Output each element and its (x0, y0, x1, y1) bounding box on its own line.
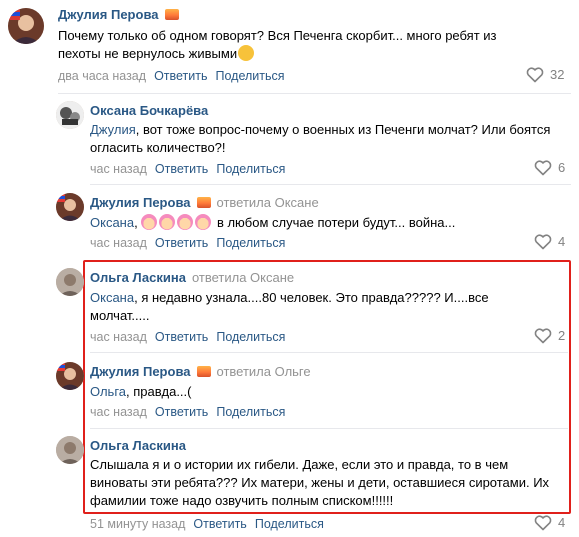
avatar[interactable] (8, 8, 44, 44)
comment-text: Джулия, вот тоже вопрос-почему о военных… (90, 121, 560, 157)
comment-author[interactable]: Ольга Ласкина ответила Оксане (90, 270, 294, 285)
author-name[interactable]: Ольга Ласкина (90, 270, 186, 285)
share-button[interactable]: Поделиться (255, 517, 324, 531)
comment-text-content: Почему только об одном говорят? Вся Пече… (58, 28, 497, 61)
like-count: 6 (558, 160, 566, 175)
comment-time[interactable]: час назад (90, 162, 147, 176)
comment-author[interactable]: Джулия Перова (58, 7, 179, 22)
reply-button[interactable]: Ответить (154, 69, 207, 83)
avatar[interactable] (56, 362, 84, 390)
author-name[interactable]: Джулия Перова (58, 7, 159, 22)
comment-text-content: , правда...( (126, 384, 192, 399)
divider (90, 428, 568, 429)
divider (90, 352, 568, 353)
share-button[interactable]: Поделиться (216, 162, 285, 176)
share-button[interactable]: Поделиться (216, 69, 285, 83)
reply-button[interactable]: Ответить (155, 405, 208, 419)
comment-text-content: Слышала я и о истории их гибели. Даже, е… (90, 457, 550, 508)
comment-meta: час назад Ответить Поделиться (90, 330, 285, 344)
sunset-badge-icon (164, 9, 179, 20)
heart-icon (534, 328, 552, 344)
sad-face-icon (238, 45, 255, 61)
comment-author[interactable]: Ольга Ласкина (90, 438, 186, 453)
comment-time[interactable]: 51 минуту назад (90, 517, 185, 531)
sunset-badge-icon (196, 197, 211, 208)
like-count: 32 (550, 67, 565, 82)
reply-button[interactable]: Ответить (155, 236, 208, 250)
avatar[interactable] (56, 268, 84, 296)
mention-link[interactable]: Джулия (90, 122, 136, 137)
heart-icon (534, 515, 552, 531)
reply-button[interactable]: Ответить (193, 517, 246, 531)
like-button[interactable]: 6 (534, 160, 565, 176)
woman-emoji-icon (141, 214, 158, 230)
heart-icon (526, 67, 544, 83)
share-button[interactable]: Поделиться (216, 405, 285, 419)
mention-link[interactable]: Оксана (90, 215, 134, 230)
comment-time[interactable]: два часа назад (58, 69, 146, 83)
comment-text-content: , я недавно узнала....80 человек. Это пр… (90, 290, 489, 323)
comment-text: Оксана, в любом случае потери будут... в… (90, 214, 456, 230)
author-name[interactable]: Ольга Ласкина (90, 438, 186, 453)
like-button[interactable]: 32 (526, 67, 564, 83)
reply-button[interactable]: Ответить (155, 162, 208, 176)
like-button[interactable]: 2 (534, 328, 565, 344)
mention-link[interactable]: Оксана (90, 290, 134, 305)
avatar[interactable] (56, 193, 84, 221)
like-count: 2 (558, 328, 566, 343)
woman-emoji-icon (177, 214, 194, 230)
sunset-badge-icon (196, 366, 211, 377)
share-button[interactable]: Поделиться (216, 236, 285, 250)
author-name[interactable]: Джулия Перова (90, 195, 191, 210)
comment-time[interactable]: час назад (90, 330, 147, 344)
comment-author[interactable]: Оксана Бочкарёва (90, 103, 208, 118)
divider (90, 184, 571, 185)
avatar[interactable] (56, 101, 84, 129)
comment-time[interactable]: час назад (90, 236, 147, 250)
comment-meta: час назад Ответить Поделиться (90, 162, 285, 176)
like-count: 4 (558, 515, 566, 530)
comment-text-content: , вот тоже вопрос-почему о военных из Пе… (90, 122, 551, 155)
comment-author[interactable]: Джулия Перова ответила Оксане (90, 195, 319, 210)
comment-text-content: в любом случае потери будут... война... (216, 215, 456, 230)
like-button[interactable]: 4 (534, 515, 565, 531)
like-button[interactable]: 4 (534, 234, 565, 250)
share-button[interactable]: Поделиться (216, 330, 285, 344)
woman-emoji-icon (195, 214, 212, 230)
reply-to-label[interactable]: ответила Ольге (217, 364, 311, 379)
heart-icon (534, 160, 552, 176)
comment-meta: два часа назад Ответить Поделиться (58, 69, 285, 83)
like-count: 4 (558, 234, 566, 249)
comment-meta: час назад Ответить Поделиться (90, 405, 285, 419)
reply-to-label[interactable]: ответила Оксане (192, 270, 294, 285)
comment-text: Оксана, я недавно узнала....80 человек. … (90, 289, 530, 325)
mention-link[interactable]: Ольга (90, 384, 126, 399)
avatar[interactable] (56, 436, 84, 464)
woman-emoji-icon (159, 214, 176, 230)
divider (58, 93, 571, 94)
comment-text: Ольга, правда...( (90, 383, 530, 401)
author-name[interactable]: Оксана Бочкарёва (90, 103, 208, 118)
heart-icon (534, 234, 552, 250)
comment-author[interactable]: Джулия Перова ответила Ольге (90, 364, 311, 379)
comment-text: Слышала я и о истории их гибели. Даже, е… (90, 456, 558, 510)
reply-to-label[interactable]: ответила Оксане (217, 195, 319, 210)
comment-meta: час назад Ответить Поделиться (90, 236, 285, 250)
reply-button[interactable]: Ответить (155, 330, 208, 344)
author-name[interactable]: Джулия Перова (90, 364, 191, 379)
comment-time[interactable]: час назад (90, 405, 147, 419)
comment-meta: 51 минуту назад Ответить Поделиться (90, 517, 324, 531)
comment-text: Почему только об одном говорят? Вся Пече… (58, 27, 528, 63)
